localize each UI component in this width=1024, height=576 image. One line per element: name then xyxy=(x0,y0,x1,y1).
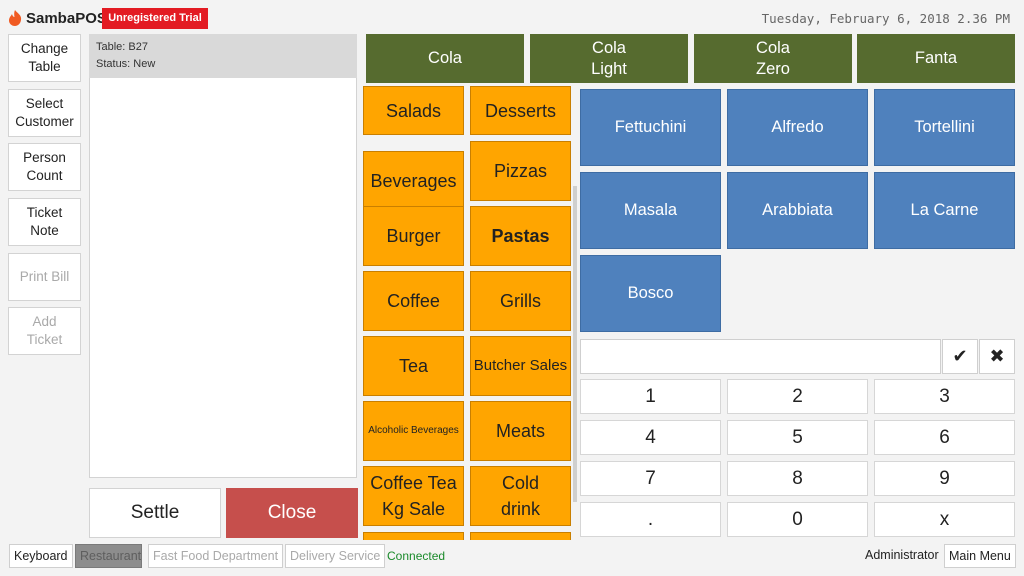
favorite-cola-zero-button[interactable]: Cola Zero xyxy=(694,34,852,83)
numpad-key-1[interactable]: 1 xyxy=(580,379,721,414)
numpad-key-0[interactable]: 0 xyxy=(727,502,868,537)
category-pizzas[interactable]: Pizzas xyxy=(470,141,571,201)
numpad-key-multiply[interactable]: x xyxy=(874,502,1015,537)
category-salads[interactable]: Salads xyxy=(363,86,464,135)
category-list[interactable]: Salads Desserts Beverages Pizzas Burger … xyxy=(363,86,573,540)
category-next-partial[interactable] xyxy=(470,532,571,540)
menu-item-bosco[interactable]: Bosco xyxy=(580,255,721,332)
numpad-key-7[interactable]: 7 xyxy=(580,461,721,496)
ticket-table-label: Table: B27 xyxy=(96,41,148,53)
settle-button[interactable]: Settle xyxy=(89,488,221,538)
menu-item-tortellini[interactable]: Tortellini xyxy=(874,89,1015,166)
numpad-key-3[interactable]: 3 xyxy=(874,379,1015,414)
category-beverages[interactable]: Beverages xyxy=(363,151,464,211)
favorite-cola-button[interactable]: Cola xyxy=(366,34,524,83)
ticket-order-list[interactable] xyxy=(89,78,357,478)
category-coffee[interactable]: Coffee xyxy=(363,271,464,331)
numpad-key-9[interactable]: 9 xyxy=(874,461,1015,496)
app-logo-text: SambaPOS xyxy=(26,10,107,27)
menu-item-arabbiata[interactable]: Arabbiata xyxy=(727,172,868,249)
menu-item-la-carne[interactable]: La Carne xyxy=(874,172,1015,249)
favorite-cola-light-button[interactable]: Cola Light xyxy=(530,34,688,83)
category-pastas[interactable]: Pastas xyxy=(470,206,571,266)
category-scrollbar[interactable] xyxy=(573,186,577,502)
x-icon[interactable]: ✖ xyxy=(979,339,1015,374)
main-menu-button[interactable]: Main Menu xyxy=(944,544,1016,568)
change-table-button[interactable]: Change Table xyxy=(8,34,81,82)
connection-status: Connected xyxy=(387,549,446,563)
checkmark-icon[interactable]: ✔ xyxy=(942,339,978,374)
add-ticket-button[interactable]: Add Ticket xyxy=(8,307,81,355)
menu-item-fettuchini[interactable]: Fettuchini xyxy=(580,89,721,166)
trial-badge: Unregistered Trial xyxy=(102,8,208,29)
ticket-status-label: Status: New xyxy=(96,58,156,70)
menu-item-masala[interactable]: Masala xyxy=(580,172,721,249)
numpad-key-8[interactable]: 8 xyxy=(727,461,868,496)
menu-item-alfredo[interactable]: Alfredo xyxy=(727,89,868,166)
user-name: Administrator xyxy=(865,548,939,562)
print-bill-button[interactable]: Print Bill xyxy=(8,253,81,301)
numpad-key-2[interactable]: 2 xyxy=(727,379,868,414)
numpad-input[interactable] xyxy=(580,339,941,374)
select-customer-button[interactable]: Select Customer xyxy=(8,89,81,137)
category-grills[interactable]: Grills xyxy=(470,271,571,331)
department-delivery-service[interactable]: Delivery Service xyxy=(285,544,386,568)
ticket-note-button[interactable]: Ticket Note xyxy=(8,198,81,246)
numpad-key-6[interactable]: 6 xyxy=(874,420,1015,455)
numpad-key-dot[interactable]: . xyxy=(580,502,721,537)
category-burger[interactable]: Burger xyxy=(363,206,464,266)
category-coffee-tea-kg-sale[interactable]: Coffee Tea Kg Sale xyxy=(363,466,464,526)
keyboard-button[interactable]: Keyboard xyxy=(9,544,73,568)
flame-icon xyxy=(9,10,22,26)
person-count-button[interactable]: Person Count xyxy=(8,143,81,191)
ticket-header: Table: B27 Status: New xyxy=(89,34,357,78)
close-button[interactable]: Close xyxy=(226,488,358,538)
category-cold-drink[interactable]: Cold drink xyxy=(470,466,571,526)
category-next-partial[interactable] xyxy=(363,532,464,540)
category-meats[interactable]: Meats xyxy=(470,401,571,461)
category-butcher-sales[interactable]: Butcher Sales xyxy=(470,336,571,396)
numpad-key-4[interactable]: 4 xyxy=(580,420,721,455)
department-restaurant[interactable]: Restaurant xyxy=(75,544,142,568)
favorite-fanta-button[interactable]: Fanta xyxy=(857,34,1015,83)
department-fast-food[interactable]: Fast Food Department xyxy=(148,544,284,568)
category-desserts[interactable]: Desserts xyxy=(470,86,571,135)
numpad-key-5[interactable]: 5 xyxy=(727,420,868,455)
category-alcoholic-beverages[interactable]: Alcoholic Beverages xyxy=(363,401,464,461)
datetime-display: Tuesday, February 6, 2018 2.36 PM xyxy=(761,11,1010,26)
category-tea[interactable]: Tea xyxy=(363,336,464,396)
